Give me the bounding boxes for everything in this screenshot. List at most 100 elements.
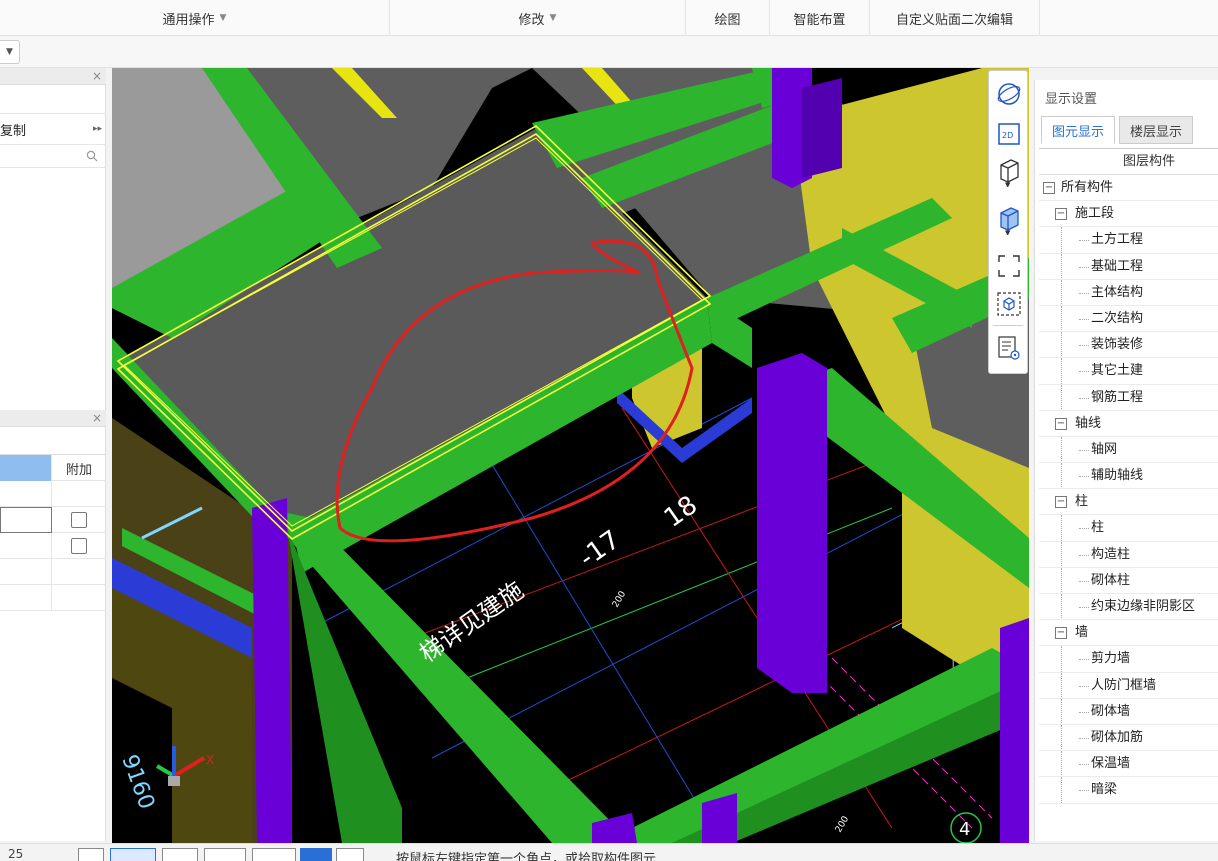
tree-item[interactable]: 轴网 [1039, 436, 1218, 464]
snap-button[interactable] [78, 848, 104, 861]
tree-item[interactable]: 砌体加筋 [1039, 724, 1218, 752]
floor-select-dropdown[interactable]: ▼ [0, 40, 20, 64]
3d-cube-icon[interactable]: ▼ [994, 157, 1024, 187]
tree-item[interactable]: − 柱 [1039, 489, 1218, 516]
dimension-text: 200 [611, 589, 628, 609]
tree-item[interactable]: − 所有构件 [1039, 175, 1218, 202]
table-cell [53, 481, 105, 507]
copy-toolbar-row: 复制 ▸▸ [0, 113, 106, 145]
table-row [0, 481, 106, 507]
tree-item[interactable]: 其它土建 [1039, 358, 1218, 385]
tree-item[interactable]: 辅助轴线 [1039, 463, 1218, 490]
tree-item[interactable]: 构造柱 [1039, 541, 1218, 568]
tree-item[interactable]: 暗梁 [1039, 777, 1218, 804]
tree-item[interactable]: − 施工段 [1039, 201, 1218, 228]
tree-item-label: 剪力墙 [1091, 651, 1131, 667]
tree-connector [1061, 672, 1062, 698]
table-cell [0, 533, 52, 559]
fullscreen-icon[interactable] [994, 251, 1024, 281]
more-icon[interactable]: ▸▸ [93, 124, 102, 134]
tab-element-display[interactable]: 图元显示 [1041, 116, 1115, 144]
tree-item[interactable]: 保温墙 [1039, 751, 1218, 778]
tree-item[interactable]: 装饰装修 [1039, 332, 1218, 359]
attach-header: 附加 [65, 462, 92, 478]
tree-item[interactable]: 约束边缘非阴影区 [1039, 594, 1218, 621]
display-settings-icon[interactable] [994, 333, 1024, 363]
collapse-toggle-icon[interactable]: − [1055, 417, 1067, 430]
close-icon[interactable]: × [92, 410, 102, 426]
tree-connector [1061, 358, 1062, 384]
tree-connector [1079, 790, 1089, 792]
tree-item-label: 轴线 [1075, 415, 1102, 431]
tree-item-label: 土方工程 [1091, 232, 1144, 248]
tree-item[interactable]: 基础工程 [1039, 253, 1218, 280]
tree-connector [1061, 436, 1062, 463]
cross-select-button[interactable] [162, 848, 198, 861]
tree-item[interactable]: − 墙 [1039, 620, 1218, 647]
tree-item[interactable]: 剪力墙 [1039, 646, 1218, 673]
tree-item[interactable]: 砌体墙 [1039, 698, 1218, 725]
tab-floor-display[interactable]: 楼层显示 [1119, 116, 1193, 144]
close-icon[interactable]: × [92, 68, 102, 84]
tree-item[interactable]: 柱 [1039, 515, 1218, 542]
tree-item[interactable]: 土方工程 [1039, 227, 1218, 254]
isolate-view-icon[interactable] [994, 289, 1024, 319]
select-mode-button[interactable] [110, 848, 156, 861]
table-header-cell [0, 455, 52, 481]
tree-connector [1079, 659, 1089, 661]
tree-item[interactable]: 二次结构 [1039, 305, 1218, 333]
arc-tool-button[interactable] [336, 848, 364, 861]
tree-connector [1079, 345, 1089, 347]
tree-connector [1079, 240, 1089, 242]
collapse-toggle-icon[interactable]: − [1055, 496, 1067, 509]
tree-connector [1079, 397, 1089, 399]
tree-item[interactable]: 人防门框墙 [1039, 672, 1218, 699]
table-cell [53, 507, 105, 533]
tree-connector [1061, 332, 1062, 358]
tree-item[interactable]: 砌体柱 [1039, 567, 1218, 594]
add-tool-button[interactable] [252, 848, 296, 861]
table-cell [53, 585, 105, 611]
tree-connector [1061, 594, 1062, 620]
collapse-toggle-icon[interactable]: − [1055, 208, 1067, 221]
ribbon-group-general[interactable]: 通用操作 ▼ [0, 0, 390, 36]
2d-view-icon[interactable]: 2D [994, 119, 1024, 149]
tree-item-label: 约束边缘非阴影区 [1091, 599, 1196, 614]
attach-checkbox[interactable] [71, 512, 87, 528]
search-input[interactable] [0, 146, 106, 168]
tree-item-label: 二次结构 [1091, 310, 1144, 326]
tree-item[interactable]: 主体结构 [1039, 279, 1218, 306]
solid-cube-icon[interactable]: ▼ [994, 205, 1024, 235]
column [252, 498, 292, 843]
attach-checkbox[interactable] [71, 538, 87, 554]
tree-connector [1079, 292, 1089, 294]
general-ops-label: 通用操作 [162, 12, 215, 28]
copy-button[interactable]: 复制 [0, 120, 26, 139]
collapse-toggle-icon[interactable]: − [1055, 627, 1067, 640]
properties-toolbar [0, 427, 106, 455]
tree-connector [1079, 711, 1089, 713]
layer-tree: 图层构件 − 所有构件 − 施工段 土方工程 基础工程 主体结构 二次结构 装饰装修 其它土建 钢筋… [1039, 148, 1218, 804]
ribbon-group-draw[interactable]: 绘图 [686, 0, 770, 36]
tree-connector [1079, 685, 1089, 687]
tree-connector [1079, 371, 1089, 373]
modify-label: 修改 [518, 12, 545, 28]
ribbon-group-custom-edit[interactable]: 自定义贴面二次编辑 [870, 0, 1040, 36]
tree-item[interactable]: − 轴线 [1039, 411, 1218, 437]
orbit-icon[interactable] [994, 79, 1024, 109]
table-cell [0, 585, 52, 611]
tree-item-label: 构造柱 [1091, 546, 1131, 562]
ribbon-group-smart-layout[interactable]: 智能布置 [770, 0, 870, 36]
line-tool-button[interactable] [204, 848, 246, 861]
tree-connector [1061, 515, 1062, 541]
ribbon-group-modify[interactable]: 修改 ▼ [390, 0, 686, 36]
tree-item[interactable]: 钢筋工程 [1039, 384, 1218, 411]
collapse-toggle-icon[interactable]: − [1043, 182, 1055, 194]
3d-viewport[interactable]: -17 18 梯详见建施 9160 200 200 4 X [112, 68, 1029, 843]
tree-item-label: 人防门框墙 [1091, 677, 1157, 693]
rect-tool-button[interactable] [300, 848, 332, 861]
property-value-input[interactable] [0, 507, 52, 533]
axis-label-18: 18 [659, 490, 703, 534]
table-row [0, 559, 106, 585]
tree-item-label: 柱 [1091, 520, 1105, 536]
